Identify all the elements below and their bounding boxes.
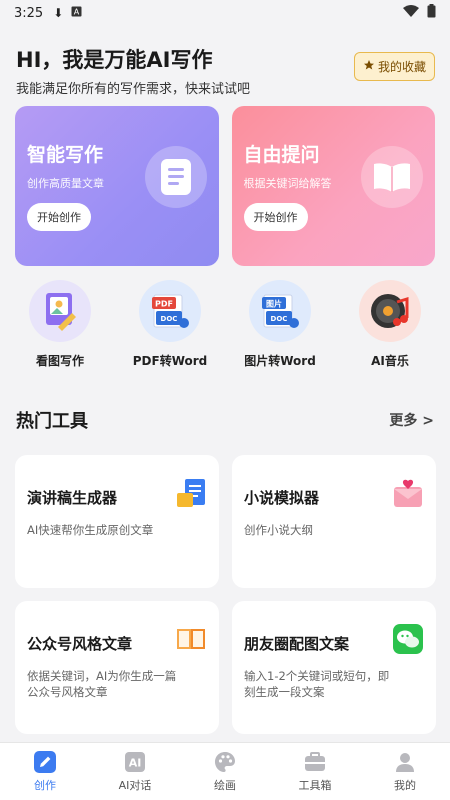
pencil-icon: [34, 751, 56, 773]
tool-pdf-to-word[interactable]: PDF DOC PDF转Word: [115, 280, 225, 369]
status-bar: 3:25 ⬇ A: [0, 0, 450, 26]
section-title: 热门工具: [16, 411, 88, 432]
hot-tools-grid: 演讲稿生成器 AI快速帮你生成原创文章 小说模拟器 创作小说大纲 公众号风格文章…: [0, 455, 450, 734]
open-book-icon: [361, 146, 423, 208]
feature-desc: 输入1-2个关键词或短句，即刻生成一段文案: [244, 669, 390, 699]
ai-chat-icon: AI: [125, 752, 145, 772]
palette-icon: [215, 752, 235, 772]
nav-label: 绘画: [214, 779, 236, 792]
my-favorites-label: 我的收藏: [377, 60, 426, 74]
speech-document-icon: [177, 479, 205, 507]
feature-desc: 依据关键词，AI为你生成一篇公众号风格文章: [27, 669, 177, 699]
nav-create[interactable]: 创作: [0, 743, 90, 800]
nav-label: 创作: [34, 779, 56, 792]
feature-cards: 智能写作 创作高质量文章 开始创作 自由提问 根据关键词给解答 开始创作: [0, 106, 450, 266]
open-book-icon: [177, 629, 205, 649]
nav-label: AI对话: [118, 779, 152, 792]
status-time: 3:25: [14, 5, 44, 21]
nav-drawing[interactable]: 绘画: [180, 743, 270, 800]
quick-tools: 看图写作 PDF DOC PDF转Word 图片 DOC 图片转Word AI音…: [0, 280, 450, 369]
svg-text:AI: AI: [129, 757, 142, 770]
tool-label: 图片转Word: [244, 354, 316, 368]
svg-text:A: A: [74, 8, 80, 17]
nav-label: 工具箱: [298, 779, 332, 792]
music-record-icon: [359, 280, 421, 342]
feature-desc: 创作小说大纲: [244, 523, 313, 537]
novel-simulator-card[interactable]: 小说模拟器 创作小说大纲: [232, 455, 436, 588]
nav-ai-chat[interactable]: AI AI对话: [90, 743, 180, 800]
tool-label: 看图写作: [35, 354, 84, 368]
tool-ai-music[interactable]: AI音乐: [335, 280, 445, 369]
feature-desc: AI快速帮你生成原创文章: [27, 523, 154, 537]
nav-toolbox[interactable]: 工具箱: [270, 743, 360, 800]
tool-label: AI音乐: [371, 354, 409, 368]
battery-icon: [427, 4, 436, 22]
document-icon: [144, 146, 207, 208]
svg-text:图片: 图片: [266, 299, 282, 309]
start-create-button[interactable]: 开始创作: [243, 203, 308, 231]
hot-tools-header: 热门工具 更多 >: [0, 407, 450, 433]
start-create-button[interactable]: 开始创作: [27, 203, 91, 231]
user-icon: [396, 753, 414, 772]
nav-label: 我的: [394, 779, 416, 792]
moments-caption-card[interactable]: 朋友圈配图文案 输入1-2个关键词或短句，即刻生成一段文案: [232, 601, 436, 734]
svg-text:DOC: DOC: [161, 315, 178, 323]
image-writing-icon: [29, 280, 91, 342]
svg-text:PDF: PDF: [155, 300, 173, 309]
tool-image-to-word[interactable]: 图片 DOC 图片转Word: [225, 280, 335, 369]
free-question-card[interactable]: 自由提问 根据关键词给解答 开始创作: [231, 106, 435, 266]
toolbox-icon: [305, 752, 325, 771]
header: HI，我是万能AI写作 我能满足你所有的写作需求，快来试试吧 我的收藏: [0, 26, 450, 104]
official-account-article-card[interactable]: 公众号风格文章 依据关键词，AI为你生成一篇公众号风格文章: [15, 601, 219, 734]
image-to-word-icon: 图片 DOC: [249, 280, 311, 342]
tool-label: PDF转Word: [132, 354, 208, 368]
bottom-nav: 创作 AI AI对话 绘画 工具箱 我的: [0, 742, 450, 800]
wechat-icon: [393, 624, 423, 654]
tool-image-writing[interactable]: 看图写作: [5, 280, 115, 369]
speech-generator-card[interactable]: 演讲稿生成器 AI快速帮你生成原创文章: [15, 455, 219, 588]
my-favorites-button[interactable]: 我的收藏: [353, 52, 435, 81]
love-letter-icon: [394, 479, 422, 507]
pdf-to-word-icon: PDF DOC: [139, 280, 201, 342]
download-icon: ⬇: [53, 6, 64, 20]
nav-mine[interactable]: 我的: [360, 743, 450, 800]
star-icon: [363, 59, 375, 74]
more-link[interactable]: 更多 >: [389, 410, 434, 430]
svg-text:DOC: DOC: [271, 315, 288, 323]
wifi-icon: [403, 5, 419, 21]
smart-writing-card[interactable]: 智能写作 创作高质量文章 开始创作: [15, 106, 219, 266]
notification-a-icon: A: [71, 6, 82, 20]
